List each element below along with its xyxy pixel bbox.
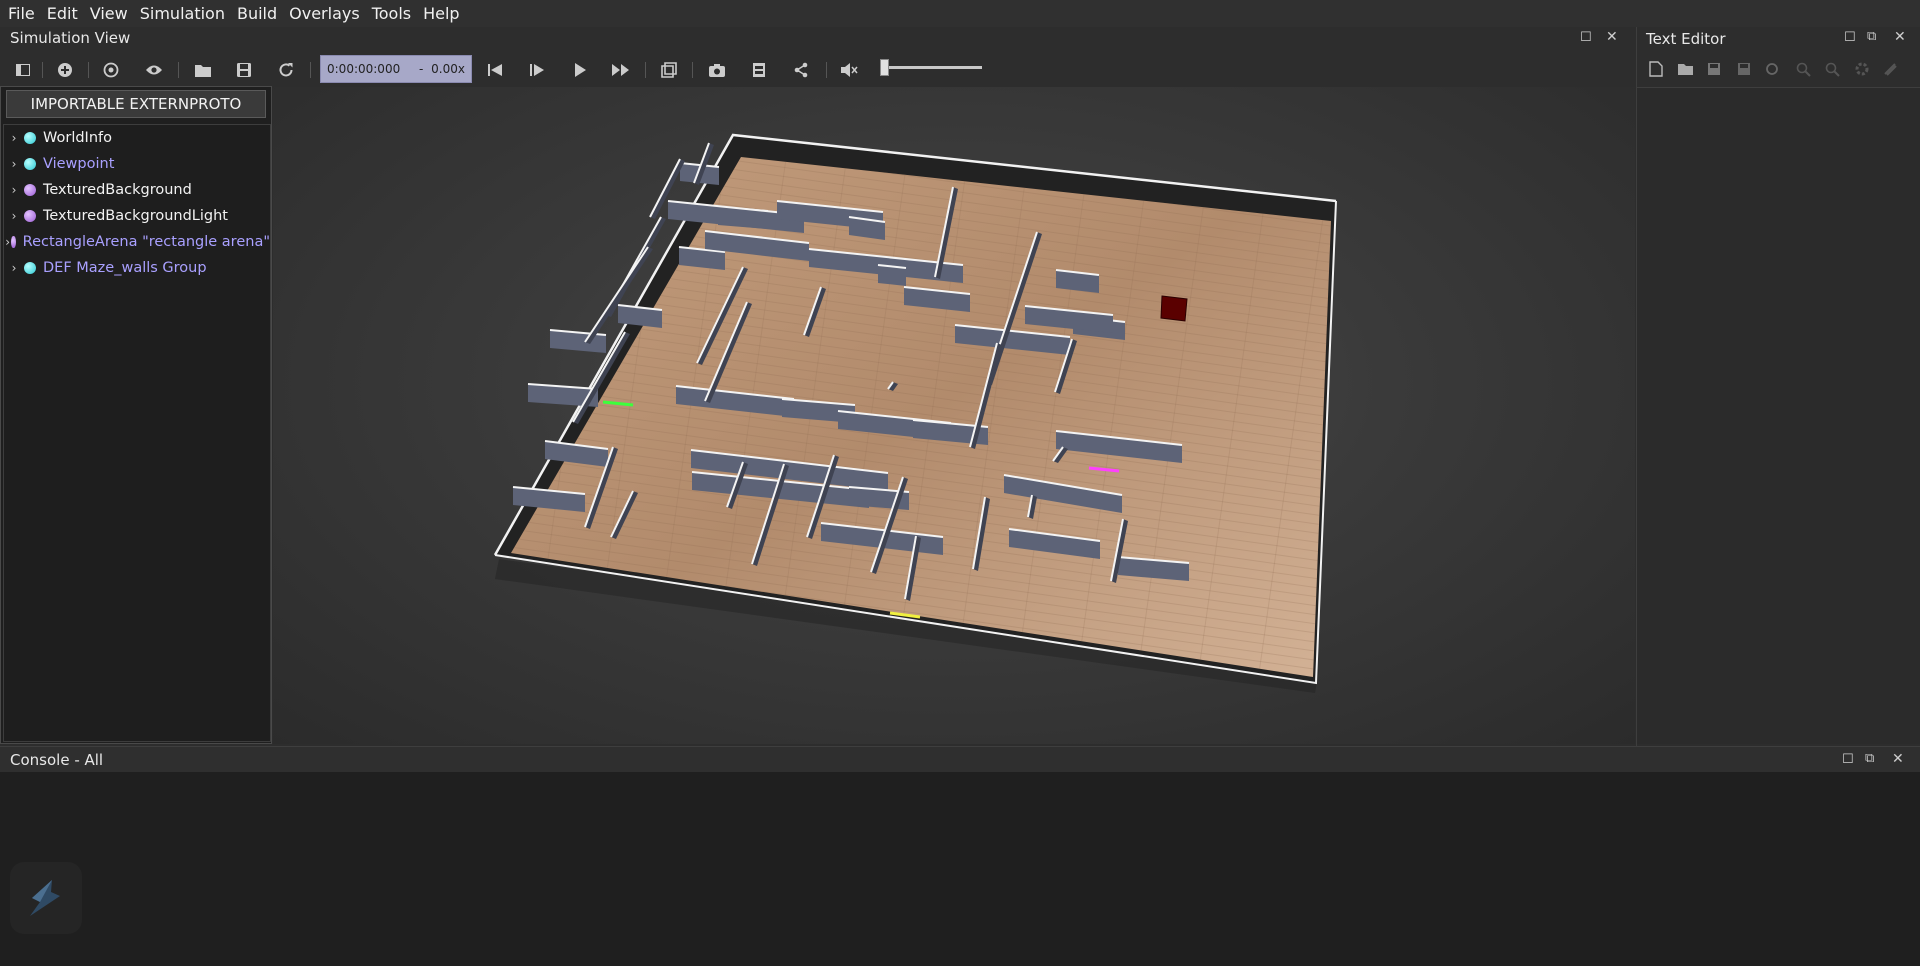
3d-viewport[interactable]: [273, 87, 1635, 744]
menu-overlays[interactable]: Overlays: [283, 0, 366, 27]
share-icon[interactable]: [790, 59, 812, 81]
node-base-dot-icon: [24, 262, 36, 274]
new-file-icon[interactable]: [1645, 58, 1667, 80]
menu-edit[interactable]: Edit: [41, 0, 84, 27]
importable-externproto-button[interactable]: IMPORTABLE EXTERNPROTO: [6, 90, 266, 118]
volume-slider-track[interactable]: [880, 66, 982, 69]
build-gear-icon[interactable]: [1851, 58, 1873, 80]
revert-icon[interactable]: [1761, 58, 1783, 80]
tree-item-texturedbackground[interactable]: › TexturedBackground: [4, 177, 270, 203]
play-icon[interactable]: [569, 59, 591, 81]
fast-forward-icon[interactable]: [610, 59, 632, 81]
float-window-icon[interactable]: ⧉: [1867, 29, 1876, 44]
menu-build[interactable]: Build: [231, 0, 283, 27]
find-icon[interactable]: [1792, 58, 1814, 80]
node-proto-dot-icon: [11, 236, 16, 248]
open-world-icon[interactable]: [192, 59, 214, 81]
expand-chevron-icon[interactable]: ›: [4, 209, 24, 223]
goal-cube: [1160, 295, 1188, 322]
close-icon[interactable]: ✕: [1606, 29, 1618, 45]
menu-help[interactable]: Help: [417, 0, 465, 27]
close-icon[interactable]: ✕: [1894, 29, 1906, 45]
tree-item-label: DEF Maze_walls Group: [43, 260, 207, 276]
expand-chevron-icon[interactable]: ›: [4, 261, 24, 275]
maximize-icon[interactable]: ☐: [1844, 30, 1856, 45]
tree-item-label: TexturedBackgroundLight: [43, 208, 228, 224]
save-world-icon[interactable]: [233, 59, 255, 81]
record-movie-icon[interactable]: [748, 59, 770, 81]
tree-item-viewpoint[interactable]: › Viewpoint: [4, 151, 270, 177]
expand-chevron-icon[interactable]: ›: [4, 131, 24, 145]
float-window-icon[interactable]: ⧉: [1865, 751, 1874, 766]
toolbar-separator: [88, 62, 89, 78]
console-title: Console - All: [10, 751, 104, 769]
maze-scene: [493, 133, 1337, 693]
replace-icon[interactable]: [1821, 58, 1843, 80]
tree-item-label: TexturedBackground: [43, 182, 192, 198]
expand-chevron-icon[interactable]: ›: [4, 157, 24, 171]
add-node-icon[interactable]: [54, 59, 76, 81]
toolbar-separator: [310, 62, 311, 78]
close-icon[interactable]: ✕: [1892, 751, 1904, 767]
toggle-scene-tree-icon[interactable]: [12, 59, 34, 81]
tree-item-label: RectangleArena "rectangle arena": [22, 234, 270, 250]
node-proto-dot-icon: [24, 184, 36, 196]
menu-bar: File Edit View Simulation Build Overlays…: [0, 0, 1920, 27]
tree-item-label: Viewpoint: [43, 156, 115, 172]
render-toggle-icon[interactable]: [658, 59, 680, 81]
node-proto-dot-icon: [24, 210, 36, 222]
tree-item-texturedbackgroundlight[interactable]: › TexturedBackgroundLight: [4, 203, 270, 229]
clean-brush-icon[interactable]: [1879, 58, 1901, 80]
maximize-icon[interactable]: ☐: [1842, 752, 1854, 767]
mute-speaker-icon[interactable]: [838, 59, 860, 81]
step-icon[interactable]: [526, 59, 548, 81]
console-header: Console - All ☐ ⧉ ✕: [0, 746, 1920, 772]
menu-view[interactable]: View: [84, 0, 134, 27]
save-file-icon[interactable]: [1703, 58, 1725, 80]
webots-logo-icon: [10, 862, 82, 934]
tree-item-label: WorldInfo: [43, 130, 112, 146]
save-as-icon[interactable]: [1733, 58, 1755, 80]
tree-item-worldinfo[interactable]: › WorldInfo: [4, 125, 270, 151]
expand-chevron-icon[interactable]: ›: [4, 183, 24, 197]
text-editor-title: Text Editor: [1646, 30, 1726, 48]
reset-simulation-icon[interactable]: [275, 59, 297, 81]
tree-item-rectanglearena[interactable]: › RectangleArena "rectangle arena": [4, 229, 270, 255]
simulation-view-title: Simulation View: [10, 29, 131, 47]
expand-chevron-icon[interactable]: ›: [4, 235, 11, 249]
toolbar-separator: [826, 62, 827, 78]
toolbar-separator: [178, 62, 179, 78]
screenshot-camera-icon[interactable]: [706, 59, 728, 81]
menu-simulation[interactable]: Simulation: [134, 0, 231, 27]
toolbar-separator: [692, 62, 693, 78]
volume-slider-handle[interactable]: [880, 59, 889, 76]
view-eye-icon[interactable]: [143, 59, 165, 81]
menu-file[interactable]: File: [2, 0, 41, 27]
simulation-time-display: 0:00:00:000 - 0.00x: [320, 55, 472, 83]
text-editor-area[interactable]: [1637, 87, 1920, 744]
node-base-dot-icon: [24, 132, 36, 144]
maze-floor-planks: [511, 157, 1331, 677]
toolbar-separator: [42, 62, 43, 78]
menu-tools[interactable]: Tools: [366, 0, 417, 27]
node-base-dot-icon: [24, 158, 36, 170]
time-separator: -: [419, 62, 424, 76]
maximize-icon[interactable]: ☐: [1580, 30, 1592, 45]
reload-world-icon[interactable]: [100, 59, 122, 81]
console-output[interactable]: [0, 772, 1920, 966]
toolbar-separator: [645, 62, 646, 78]
simulation-time: 0:00:00:000: [327, 62, 401, 76]
scene-tree: › WorldInfo › Viewpoint › TexturedBackgr…: [3, 124, 271, 742]
text-editor-pane: Text Editor ☐ ⧉ ✕: [1636, 27, 1920, 746]
step-back-icon[interactable]: [484, 59, 506, 81]
simulation-speed: 0.00x: [431, 62, 465, 76]
simulation-toolbar: [0, 50, 1636, 88]
tree-item-maze-walls-group[interactable]: › DEF Maze_walls Group: [4, 255, 270, 281]
open-file-icon[interactable]: [1674, 58, 1696, 80]
